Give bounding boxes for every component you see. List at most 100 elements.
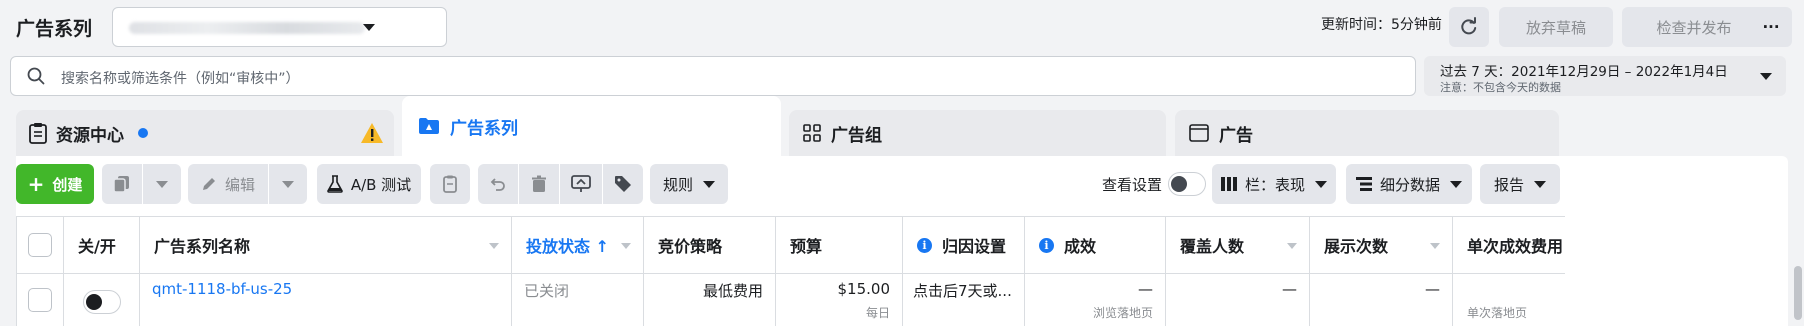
row-attribution-cell: 点击后7天或... (903, 274, 1025, 326)
results-value: — (1138, 280, 1153, 298)
row-results-cell: — 浏览落地页 (1025, 274, 1166, 326)
search-input[interactable]: 搜索名称或筛选条件（例如“审核中”） (10, 56, 1416, 96)
view-settings-label: 查看设置 (1102, 176, 1163, 194)
pencil-icon (202, 178, 215, 190)
view-settings-toggle[interactable] (1168, 172, 1206, 196)
info-icon: i (1039, 237, 1054, 253)
create-label: 创建 (52, 175, 83, 194)
create-button[interactable]: + 创建 (16, 164, 94, 204)
search-placeholder: 搜索名称或筛选条件（例如“审核中”） (61, 71, 300, 87)
tag-button[interactable] (603, 164, 643, 204)
toolbar: + 创建 编辑 A/B 测试 规则 查看设置 栏：表现 细分数据 报告 (16, 164, 1788, 204)
row-impressions-cell: — (1310, 274, 1453, 326)
refresh-button[interactable] (1449, 7, 1489, 47)
columns-label: 栏：表现 (1244, 175, 1305, 194)
rules-label: 规则 (662, 175, 693, 194)
notification-dot (138, 128, 148, 138)
column-header-reach[interactable]: 覆盖人数 (1166, 216, 1310, 274)
column-header-impressions[interactable]: 展示次数 (1310, 216, 1453, 274)
tab-campaigns[interactable]: 广告系列 (402, 96, 781, 156)
chevron-down-icon (1760, 73, 1772, 80)
date-range-text: 过去 7 天：2021年12月29日 – 2022年1月4日 (1440, 64, 1728, 80)
campaign-name-link[interactable]: qmt-1118-bf-us-25 (152, 280, 292, 298)
table-scrollbar[interactable] (1794, 266, 1802, 320)
edit-dropdown[interactable] (269, 164, 307, 204)
ab-test-label: A/B 测试 (350, 175, 412, 194)
breakdown-label: 细分数据 (1379, 175, 1440, 194)
clipboard-icon (443, 175, 457, 193)
clipboard-button[interactable] (430, 164, 470, 204)
column-header-attribution-label: 归因设置 (942, 237, 1007, 256)
update-time: 更新时间：5分钟前 (1321, 17, 1442, 33)
tab-label: 广告 (1219, 125, 1253, 146)
date-range-note: 注意：不包含今天的数据 (1440, 81, 1561, 94)
column-header-budget[interactable]: 预算 (776, 216, 903, 274)
row-toggle-cell (64, 274, 140, 326)
undo-icon (490, 178, 505, 191)
cost-per-result-sub: 单次落地页 (1467, 306, 1528, 320)
undo-button[interactable] (478, 164, 518, 204)
tab-label: 广告组 (831, 125, 882, 146)
row-select-cell (16, 274, 64, 326)
columns-icon (1220, 177, 1237, 191)
page-title: 广告系列 (16, 18, 93, 40)
column-header-name[interactable]: 广告系列名称 (140, 216, 512, 274)
tab-label: 广告系列 (450, 118, 518, 139)
column-header-attribution[interactable]: i 归因设置 (903, 216, 1025, 274)
account-selector[interactable] (112, 7, 447, 47)
reports-label: 报告 (1493, 175, 1524, 194)
tab-ads[interactable]: 广告 (1175, 110, 1559, 156)
row-checkbox[interactable] (28, 288, 52, 312)
breakdown-button[interactable]: 细分数据 (1346, 164, 1472, 204)
column-header-delivery[interactable]: 投放状态 ↑ (512, 216, 644, 274)
column-header-reach-label: 覆盖人数 (1180, 237, 1245, 256)
date-range-picker[interactable]: 过去 7 天：2021年12月29日 – 2022年1月4日 注意：不包含今天的… (1424, 56, 1786, 96)
review-publish-button[interactable]: 检查并发布 (1622, 7, 1766, 47)
select-all-header[interactable] (16, 216, 64, 274)
chevron-down-icon (1450, 180, 1462, 188)
duplicate-button[interactable] (102, 164, 142, 204)
duplicate-dropdown[interactable] (143, 164, 181, 204)
preview-button[interactable] (560, 164, 602, 204)
chevron-down-icon (1534, 180, 1546, 188)
tag-icon (615, 176, 631, 192)
sort-caret-icon (1287, 243, 1297, 249)
edit-button[interactable]: 编辑 (188, 164, 268, 204)
chevron-down-icon (1315, 180, 1327, 188)
discard-draft-button[interactable]: 放弃草稿 (1499, 7, 1613, 47)
edit-label: 编辑 (224, 175, 255, 194)
row-budget-cell: $15.00 每日 (776, 274, 903, 326)
sort-caret-icon (1430, 243, 1440, 249)
column-header-bid-strategy[interactable]: 竞价策略 (644, 216, 776, 274)
column-header-delivery-label: 投放状态 ↑ (526, 237, 609, 256)
column-header-impressions-label: 展示次数 (1324, 237, 1389, 256)
duplicate-icon (113, 176, 129, 193)
tab-ad-sets[interactable]: 广告组 (789, 110, 1166, 156)
row-name-cell: qmt-1118-bf-us-25 (140, 274, 512, 326)
budget-value: $15.00 (837, 280, 891, 298)
delete-button[interactable] (519, 164, 559, 204)
account-name-redacted (129, 22, 365, 34)
window-icon (1189, 124, 1209, 142)
row-cost-per-result-cell: 单次落地页 (1453, 274, 1565, 326)
grid-icon (803, 124, 821, 142)
ab-test-button[interactable]: A/B 测试 (317, 164, 421, 204)
clipboard-icon (29, 123, 47, 144)
more-button[interactable]: ··· (1750, 7, 1792, 47)
budget-sub: 每日 (865, 306, 890, 320)
rules-button[interactable]: 规则 (650, 164, 728, 204)
chevron-down-icon (156, 180, 168, 188)
chevron-down-icon (703, 180, 715, 188)
plus-icon: + (27, 172, 45, 196)
column-header-results[interactable]: i 成效 (1025, 216, 1166, 274)
reports-button[interactable]: 报告 (1480, 164, 1560, 204)
info-icon: i (917, 237, 932, 253)
columns-button[interactable]: 栏：表现 (1212, 164, 1336, 204)
column-header-cost-per-result[interactable]: 单次成效费用 (1453, 216, 1565, 274)
select-all-checkbox[interactable] (28, 233, 52, 257)
tab-resource-center[interactable]: 资源中心 (16, 110, 394, 156)
warning-icon (361, 123, 383, 143)
campaign-toggle[interactable] (82, 290, 121, 314)
column-header-toggle[interactable]: 关/开 (64, 216, 140, 274)
sort-caret-icon (489, 243, 499, 249)
